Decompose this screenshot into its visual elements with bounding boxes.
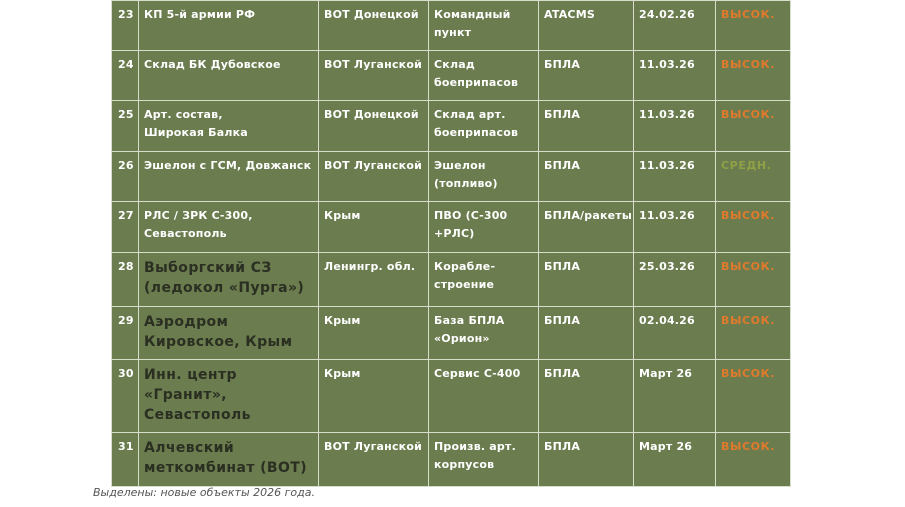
date-cell: Март 26 bbox=[633, 359, 716, 433]
priority-cell: ВЫСОК. bbox=[715, 359, 791, 433]
date-cell: 24.02.26 bbox=[633, 0, 716, 51]
table-row: 26 Эшелон с ГСМ, Довжанск ВОТ Луганской Эше… bbox=[111, 151, 791, 202]
table-row: 27 РЛС / ЗРК С-300, Севастополь Крым ПВО (С-… bbox=[111, 201, 791, 253]
date-cell: 11.03.26 bbox=[633, 50, 716, 101]
region-cell: ВОТ Донецкой bbox=[318, 0, 429, 51]
priority-cell: ВЫСОК. bbox=[715, 50, 791, 101]
strike-means-cell: БПЛА bbox=[538, 306, 634, 360]
table-row: 29 Аэродром Кировское, Крым Крым База БПЛА «О… bbox=[111, 306, 791, 360]
object-name-cell: Склад БК Дубовское bbox=[138, 50, 319, 101]
targets-table-body: 23 КП 5-й армии РФ ВОТ Донецкой Командный пу… bbox=[111, 0, 791, 487]
object-name-cell: Аэродром Кировское, Крым bbox=[138, 306, 319, 360]
priority-cell: СРЕДН. bbox=[715, 151, 791, 202]
object-type-cell: Склад боеприпасов bbox=[428, 50, 539, 101]
object-name-cell: Инн. центр «Гранит», Севастополь bbox=[138, 359, 319, 433]
targets-table: 23 КП 5-й армии РФ ВОТ Донецкой Командный пу… bbox=[111, 0, 791, 487]
table-row: 25 Арт. состав, Широкая Балка ВОТ Донецкой С… bbox=[111, 100, 791, 152]
strike-means-cell: БПЛА bbox=[538, 432, 634, 487]
region-cell: ВОТ Луганской bbox=[318, 151, 429, 202]
table-row: 28 Выборгский СЗ (ледокол «Пурга») Ленингр.… bbox=[111, 252, 791, 307]
strike-means-cell: ATACMS bbox=[538, 0, 634, 51]
targets-table-container: 23 КП 5-й армии РФ ВОТ Донецкой Командный пу… bbox=[111, 0, 791, 487]
strike-means-cell: БПЛА bbox=[538, 151, 634, 202]
strike-means-cell: БПЛА bbox=[538, 359, 634, 433]
row-number: 27 bbox=[111, 201, 139, 253]
object-name-cell: КП 5-й армии РФ bbox=[138, 0, 319, 51]
priority-cell: ВЫСОК. bbox=[715, 0, 791, 51]
object-type-cell: Эшелон (топливо) bbox=[428, 151, 539, 202]
table-row: 23 КП 5-й армии РФ ВОТ Донецкой Командный пу… bbox=[111, 0, 791, 51]
table-row: 31 Алчевский меткомбинат (ВОТ) ВОТ Луганско… bbox=[111, 432, 791, 487]
date-cell: 11.03.26 bbox=[633, 201, 716, 253]
object-name-cell: Выборгский СЗ (ледокол «Пурга») bbox=[138, 252, 319, 307]
region-cell: ВОТ Донецкой bbox=[318, 100, 429, 152]
table-caption: Выделены: новые объекты 2026 года. bbox=[93, 486, 315, 499]
row-number: 29 bbox=[111, 306, 139, 360]
table-row: 24 Склад БК Дубовское ВОТ Луганской Склад бо… bbox=[111, 50, 791, 101]
priority-cell: ВЫСОК. bbox=[715, 252, 791, 307]
date-cell: 11.03.26 bbox=[633, 151, 716, 202]
object-name-cell: Арт. состав, Широкая Балка bbox=[138, 100, 319, 152]
region-cell: Крым bbox=[318, 201, 429, 253]
row-number: 23 bbox=[111, 0, 139, 51]
region-cell: Крым bbox=[318, 359, 429, 433]
row-number: 28 bbox=[111, 252, 139, 307]
strike-means-cell: БПЛА bbox=[538, 252, 634, 307]
date-cell: 25.03.26 bbox=[633, 252, 716, 307]
object-name-cell: Эшелон с ГСМ, Довжанск bbox=[138, 151, 319, 202]
date-cell: 11.03.26 bbox=[633, 100, 716, 152]
object-type-cell: Сервис С-400 bbox=[428, 359, 539, 433]
table-row: 30 Инн. центр «Гранит», Севастополь Крым Серв… bbox=[111, 359, 791, 433]
region-cell: Ленингр. обл. bbox=[318, 252, 429, 307]
strike-means-cell: БПЛА bbox=[538, 50, 634, 101]
row-number: 26 bbox=[111, 151, 139, 202]
row-number: 31 bbox=[111, 432, 139, 487]
region-cell: ВОТ Луганской bbox=[318, 432, 429, 487]
priority-cell: ВЫСОК. bbox=[715, 100, 791, 152]
object-name-cell: РЛС / ЗРК С-300, Севастополь bbox=[138, 201, 319, 253]
object-type-cell: Склад арт. боеприпасов bbox=[428, 100, 539, 152]
row-number: 24 bbox=[111, 50, 139, 101]
date-cell: 02.04.26 bbox=[633, 306, 716, 360]
strike-means-cell: БПЛА/ракеты bbox=[538, 201, 634, 253]
priority-cell: ВЫСОК. bbox=[715, 306, 791, 360]
object-type-cell: Командный пункт bbox=[428, 0, 539, 51]
object-name-cell: Алчевский меткомбинат (ВОТ) bbox=[138, 432, 319, 487]
priority-cell: ВЫСОК. bbox=[715, 201, 791, 253]
region-cell: Крым bbox=[318, 306, 429, 360]
strike-means-cell: БПЛА bbox=[538, 100, 634, 152]
region-cell: ВОТ Луганской bbox=[318, 50, 429, 101]
object-type-cell: Корабле-строение bbox=[428, 252, 539, 307]
object-type-cell: Произв. арт. корпусов bbox=[428, 432, 539, 487]
object-type-cell: База БПЛА «Орион» bbox=[428, 306, 539, 360]
row-number: 25 bbox=[111, 100, 139, 152]
row-number: 30 bbox=[111, 359, 139, 433]
priority-cell: ВЫСОК. bbox=[715, 432, 791, 487]
object-type-cell: ПВО (С-300 +РЛС) bbox=[428, 201, 539, 253]
date-cell: Март 26 bbox=[633, 432, 716, 487]
